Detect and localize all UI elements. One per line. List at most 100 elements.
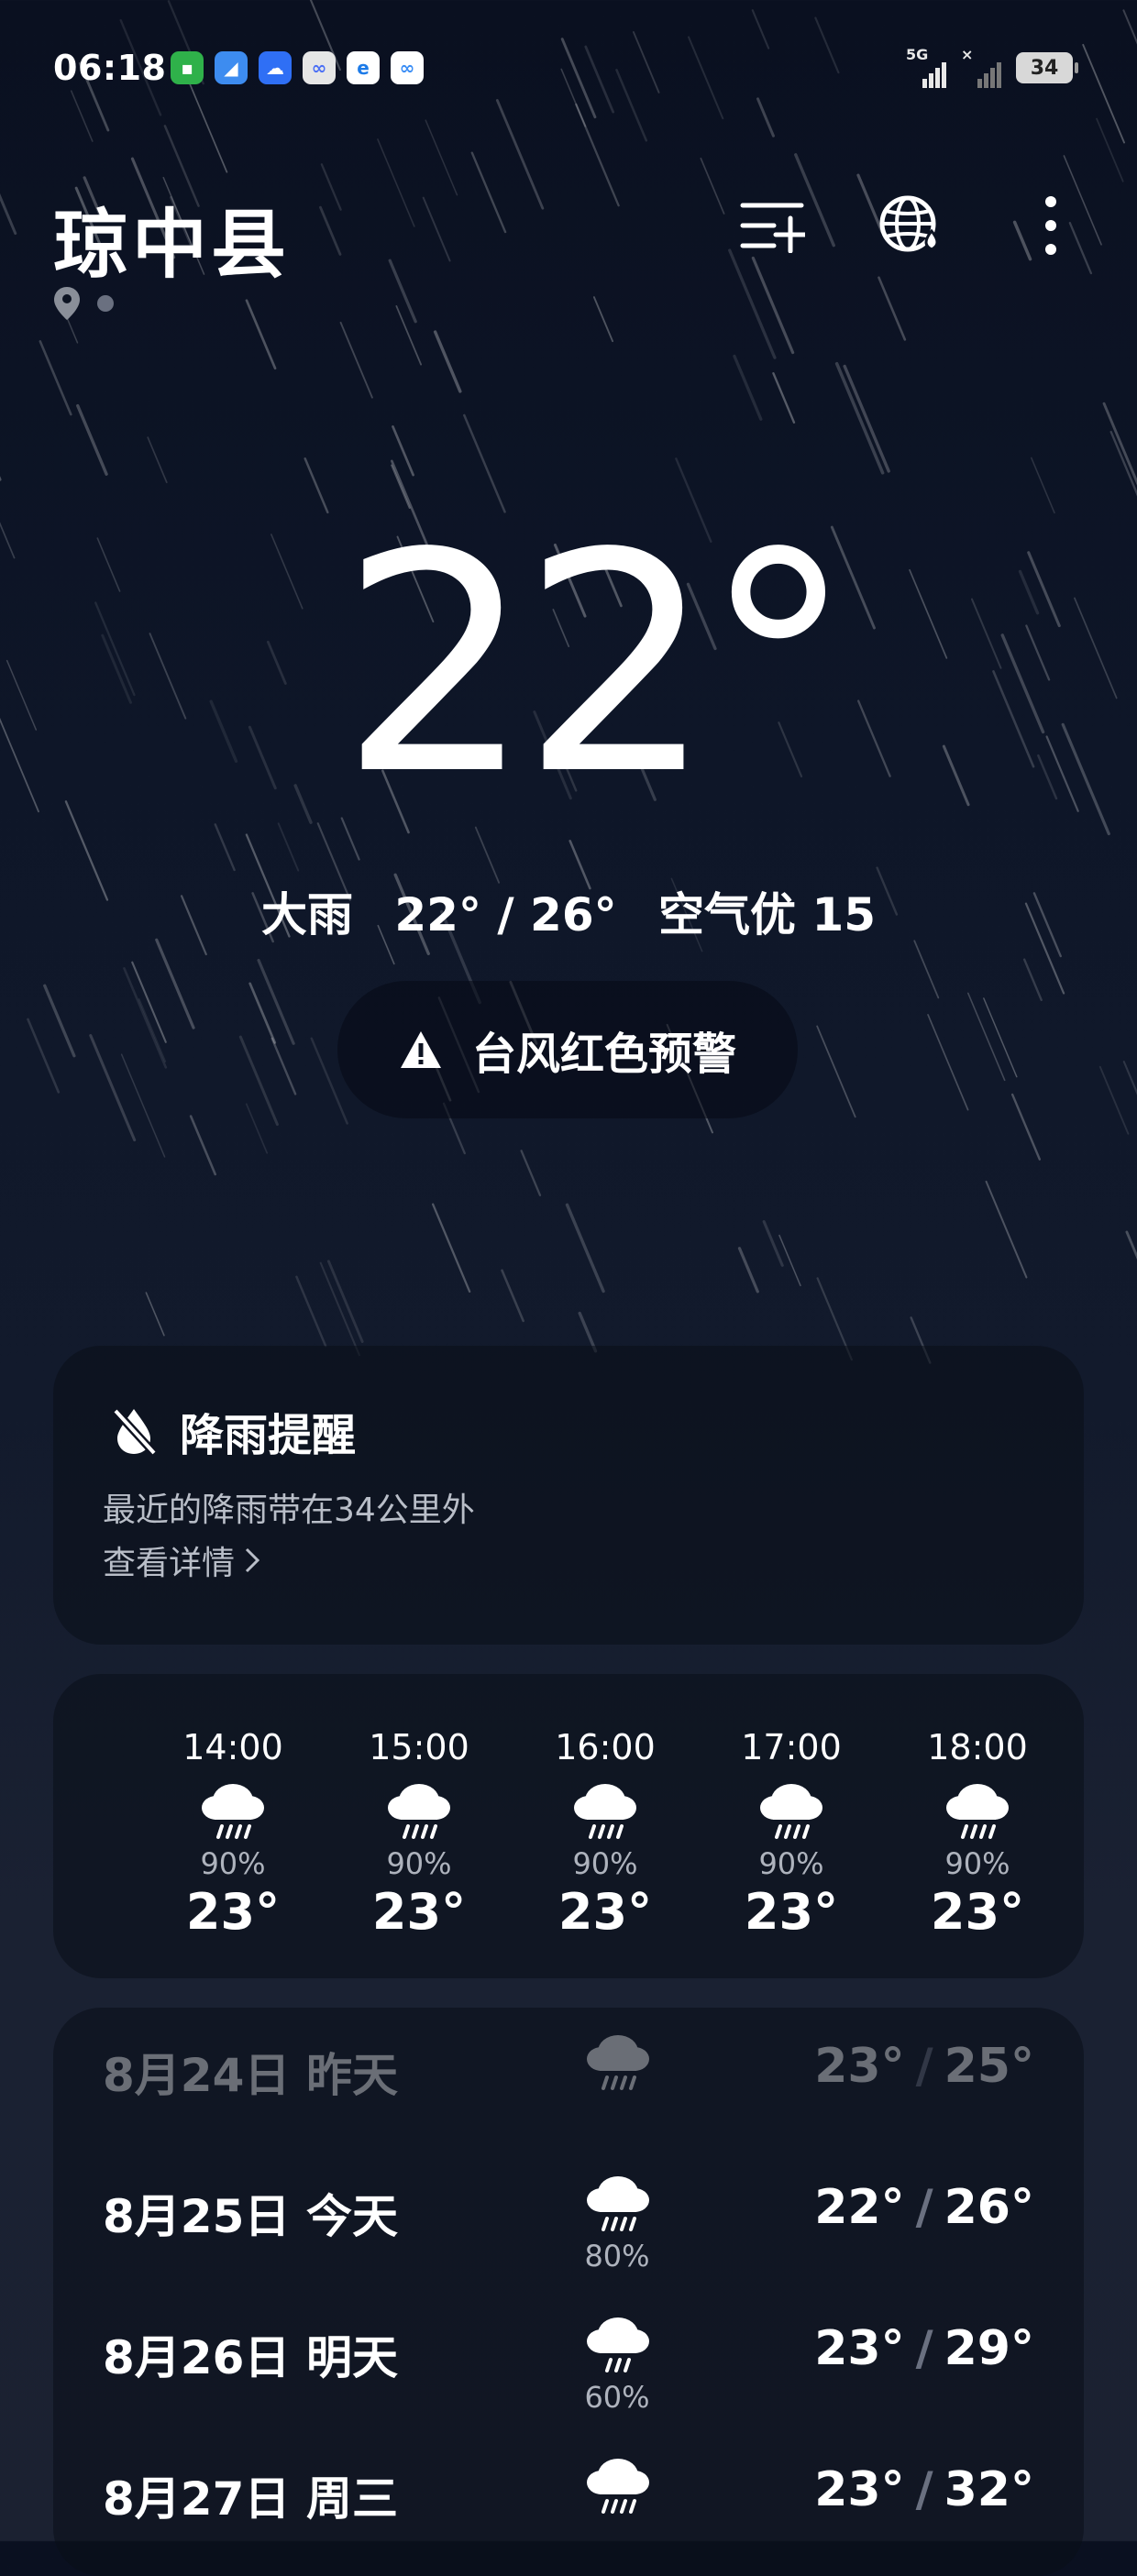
hour-temp: 23° xyxy=(557,1883,653,1941)
rain-streak xyxy=(248,982,277,1044)
rain-reminder-card[interactable]: 降雨提醒 最近的降雨带在34公里外 查看详情 xyxy=(53,1346,1084,1645)
heavy-rain-icon xyxy=(198,1775,268,1848)
typhoon-alert-button[interactable]: 台风红色预警 xyxy=(337,981,798,1118)
global-weather-button[interactable] xyxy=(878,193,944,259)
view-details-link[interactable]: 查看详情 xyxy=(103,1536,260,1584)
rain-streak xyxy=(89,1034,137,1142)
condition-text: 大雨 xyxy=(260,888,353,941)
rain-streak xyxy=(501,1269,524,1323)
rain-streak xyxy=(700,157,725,215)
daily-row[interactable]: 8月27日 周三 23°/32° xyxy=(53,2431,1084,2569)
rain-streak xyxy=(878,276,907,341)
air-quality-text: 空气优 15 xyxy=(658,888,877,941)
hour-temp: 23° xyxy=(744,1883,839,1941)
rain-streak xyxy=(843,364,890,473)
browser-icon: e xyxy=(347,51,380,84)
system-icons: 5G × 34 xyxy=(906,46,1078,88)
rain-streak xyxy=(1109,430,1137,497)
rain-streak xyxy=(425,119,458,196)
page-indicator-dot xyxy=(97,295,114,312)
rain-streak xyxy=(756,97,775,138)
day-precip: 60% xyxy=(584,2380,650,2415)
rain-streak xyxy=(432,1203,471,1294)
rain-streak xyxy=(1022,958,1043,1002)
rain-streak xyxy=(27,1018,61,1094)
signal-5g-icon: 5G xyxy=(906,46,948,88)
signal-sim2-icon: × xyxy=(961,46,1003,88)
rain-streak xyxy=(913,940,940,999)
rain-streak xyxy=(985,1180,1028,1279)
weather-app-icon: ☁ xyxy=(259,51,292,84)
rain-streak xyxy=(377,138,415,227)
list-add-icon xyxy=(740,203,805,253)
rain-streak xyxy=(565,1203,605,1294)
manage-cities-button[interactable] xyxy=(739,193,805,259)
rain-streak xyxy=(395,305,423,366)
rain-streak xyxy=(392,424,414,477)
heavy-rain-icon xyxy=(756,1775,826,1848)
rain-streak xyxy=(295,1275,327,1348)
rain-streak xyxy=(470,151,507,234)
hour-temp: 23° xyxy=(185,1883,281,1941)
rain-streak xyxy=(433,330,462,393)
hour-time: 14:00 xyxy=(182,1727,283,1767)
rain-off-icon xyxy=(112,1407,158,1457)
rain-streak xyxy=(319,205,342,256)
rain-streak xyxy=(733,354,763,421)
rain-streak xyxy=(778,1234,801,1287)
city-name[interactable]: 琼中县 xyxy=(53,183,290,292)
rain-streak xyxy=(326,1260,364,1343)
current-summary[interactable]: 大雨 22° / 26° 空气优 15 xyxy=(0,878,1137,944)
rain-streak xyxy=(816,1025,856,1118)
hour-temp: 23° xyxy=(930,1883,1025,1941)
rain-streak xyxy=(0,193,17,236)
rain-streak xyxy=(728,248,777,359)
rain-streak xyxy=(147,436,168,484)
daily-forecast-card[interactable]: 8月24日 昨天 23°/25° 8月25日 今天 80% 22° / 26° … xyxy=(53,2008,1084,2576)
rain-streak xyxy=(520,1150,542,1196)
current-temperature: 22° xyxy=(339,489,855,841)
heavy-rain-icon xyxy=(583,2026,653,2099)
heavy-rain-icon xyxy=(384,1775,454,1848)
rain-streak xyxy=(1125,1230,1137,1260)
cloud-sync-icon: ∞ xyxy=(391,51,424,84)
day-temp-range: 22°/26° xyxy=(814,2180,1034,2235)
more-vertical-icon xyxy=(1045,196,1056,255)
hour-precip: 90% xyxy=(758,1846,824,1881)
hour-precip: 90% xyxy=(944,1846,1010,1881)
globe-icon xyxy=(879,195,939,252)
notification-icons: ▪ ◢ ☁ ∞ e ∞ xyxy=(171,51,424,84)
rain-streak xyxy=(1096,117,1124,182)
hour-precip: 90% xyxy=(572,1846,638,1881)
rain-reminder-description: 最近的降雨带在34公里外 xyxy=(103,1492,475,1529)
rain-streak xyxy=(43,984,76,1058)
more-menu-button[interactable] xyxy=(1018,193,1084,259)
baidu-cloud-icon: ∞ xyxy=(303,51,336,84)
daily-row[interactable]: 8月26日 明天 60% 23°/29° xyxy=(53,2290,1084,2427)
rain-streak xyxy=(751,256,795,355)
rain-streak xyxy=(76,403,108,476)
rain-streak xyxy=(772,371,796,424)
hour-time: 18:00 xyxy=(927,1727,1028,1767)
moderate-rain-icon xyxy=(583,2308,653,2382)
day-label: 周三 xyxy=(306,2472,398,2526)
daily-row[interactable]: 8月24日 昨天 23°/25° xyxy=(53,2008,1084,2145)
hour-precip: 90% xyxy=(386,1846,452,1881)
location-indicator xyxy=(53,286,114,321)
hourly-forecast-card[interactable]: 00 % 5° 14:00 xyxy=(53,1674,1084,1978)
rain-streak xyxy=(737,1247,759,1294)
messages-icon: ▪ xyxy=(171,51,204,84)
rain-streak xyxy=(1102,402,1137,486)
day-precip: 80% xyxy=(584,2239,650,2273)
rain-streak xyxy=(257,958,295,1045)
daily-row[interactable]: 8月25日 今天 80% 22°/26° xyxy=(53,2149,1084,2286)
pen-app-icon: ◢ xyxy=(215,51,248,84)
day-label: 昨天 xyxy=(306,2049,398,2102)
warning-icon xyxy=(400,1031,441,1068)
battery-icon: 34 xyxy=(1016,52,1078,83)
heavy-rain-icon xyxy=(583,2449,653,2523)
rain-reminder-title: 降雨提醒 xyxy=(110,1399,356,1463)
rain-streak xyxy=(270,1037,297,1095)
day-date: 8月25日 xyxy=(103,2190,291,2243)
hour-precip: 90% xyxy=(200,1846,266,1881)
